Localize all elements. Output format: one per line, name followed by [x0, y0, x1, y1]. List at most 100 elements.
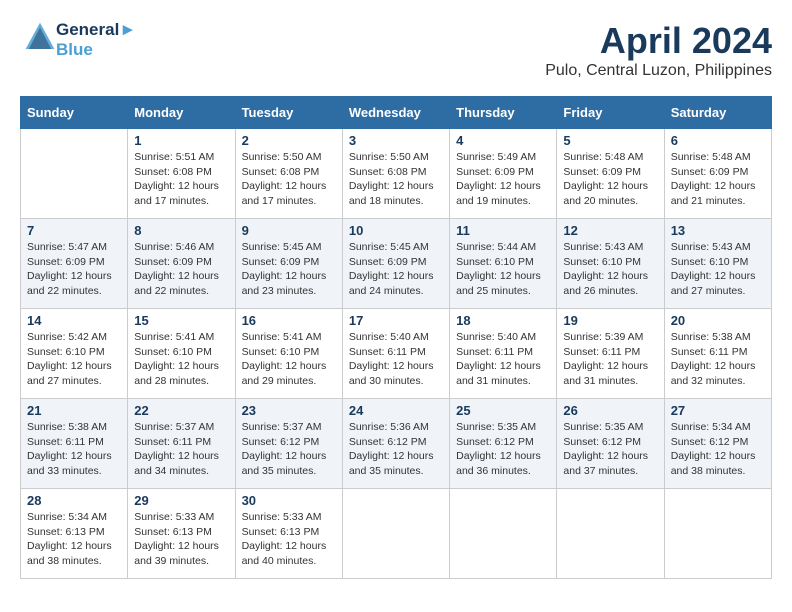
- day-info: Sunrise: 5:43 AM Sunset: 6:10 PM Dayligh…: [563, 240, 657, 299]
- day-number: 1: [134, 133, 228, 148]
- day-info: Sunrise: 5:41 AM Sunset: 6:10 PM Dayligh…: [134, 330, 228, 389]
- day-info: Sunrise: 5:36 AM Sunset: 6:12 PM Dayligh…: [349, 420, 443, 479]
- day-info: Sunrise: 5:46 AM Sunset: 6:09 PM Dayligh…: [134, 240, 228, 299]
- day-info: Sunrise: 5:40 AM Sunset: 6:11 PM Dayligh…: [456, 330, 550, 389]
- calendar-header-sunday: Sunday: [21, 97, 128, 129]
- day-info: Sunrise: 5:35 AM Sunset: 6:12 PM Dayligh…: [563, 420, 657, 479]
- calendar-cell: 25 Sunrise: 5:35 AM Sunset: 6:12 PM Dayli…: [450, 399, 557, 489]
- day-number: 7: [27, 223, 121, 238]
- day-number: 13: [671, 223, 765, 238]
- calendar-cell: 30Sunrise: 5:33 AM Sunset: 6:13 PM Dayli…: [235, 489, 342, 579]
- day-number: 5: [563, 133, 657, 148]
- day-number: 15: [134, 313, 228, 328]
- calendar-cell: 23Sunrise: 5:37 AM Sunset: 6:12 PM Dayli…: [235, 399, 342, 489]
- day-number: 10: [349, 223, 443, 238]
- day-info: Sunrise: 5:45 AM Sunset: 6:09 PM Dayligh…: [242, 240, 336, 299]
- calendar-cell: 2 Sunrise: 5:50 AM Sunset: 6:08 PM Daylig…: [235, 129, 342, 219]
- day-info: Sunrise: 5:48 AM Sunset: 6:09 PM Dayligh…: [563, 150, 657, 209]
- day-number: 8: [134, 223, 228, 238]
- calendar-header-row: SundayMondayTuesdayWednesdayThursdayFrid…: [21, 97, 772, 129]
- day-number: 17: [349, 313, 443, 328]
- calendar-header-thursday: Thursday: [450, 97, 557, 129]
- calendar-cell: 10 Sunrise: 5:45 AM Sunset: 6:09 PM Dayli…: [342, 219, 449, 309]
- day-number: 12: [563, 223, 657, 238]
- day-number: 27: [671, 403, 765, 418]
- day-info: Sunrise: 5:35 AM Sunset: 6:12 PM Dayligh…: [456, 420, 550, 479]
- calendar-table: SundayMondayTuesdayWednesdayThursdayFrid…: [20, 96, 772, 579]
- day-info: Sunrise: 5:33 AM Sunset: 6:13 PM Dayligh…: [134, 510, 228, 569]
- day-number: 2: [242, 133, 336, 148]
- calendar-cell: 20Sunrise: 5:38 AM Sunset: 6:11 PM Dayli…: [664, 309, 771, 399]
- day-number: 19: [563, 313, 657, 328]
- calendar-cell: 3 Sunrise: 5:50 AM Sunset: 6:08 PM Daylig…: [342, 129, 449, 219]
- day-info: Sunrise: 5:48 AM Sunset: 6:09 PM Dayligh…: [671, 150, 765, 209]
- calendar-cell: 28 Sunrise: 5:34 AM Sunset: 6:13 PM Dayli…: [21, 489, 128, 579]
- page-header: General► Blue April 2024 Pulo, Central L…: [20, 20, 772, 80]
- logo: General► Blue: [20, 20, 136, 59]
- calendar-cell: 11Sunrise: 5:44 AM Sunset: 6:10 PM Dayli…: [450, 219, 557, 309]
- day-info: Sunrise: 5:34 AM Sunset: 6:13 PM Dayligh…: [27, 510, 121, 569]
- calendar-header-monday: Monday: [128, 97, 235, 129]
- calendar-cell: 18 Sunrise: 5:40 AM Sunset: 6:11 PM Dayli…: [450, 309, 557, 399]
- calendar-cell: [342, 489, 449, 579]
- page-title: April 2024: [545, 20, 772, 62]
- calendar-cell: 6Sunrise: 5:48 AM Sunset: 6:09 PM Daylig…: [664, 129, 771, 219]
- calendar-cell: 12 Sunrise: 5:43 AM Sunset: 6:10 PM Dayli…: [557, 219, 664, 309]
- day-number: 16: [242, 313, 336, 328]
- calendar-week-row: 1Sunrise: 5:51 AM Sunset: 6:08 PM Daylig…: [21, 129, 772, 219]
- calendar-cell: 19 Sunrise: 5:39 AM Sunset: 6:11 PM Dayli…: [557, 309, 664, 399]
- calendar-cell: 14 Sunrise: 5:42 AM Sunset: 6:10 PM Dayli…: [21, 309, 128, 399]
- day-number: 3: [349, 133, 443, 148]
- day-number: 18: [456, 313, 550, 328]
- calendar-week-row: 7Sunrise: 5:47 AM Sunset: 6:09 PM Daylig…: [21, 219, 772, 309]
- day-number: 23: [242, 403, 336, 418]
- day-info: Sunrise: 5:37 AM Sunset: 6:11 PM Dayligh…: [134, 420, 228, 479]
- calendar-cell: 15 Sunrise: 5:41 AM Sunset: 6:10 PM Dayli…: [128, 309, 235, 399]
- calendar-cell: 17 Sunrise: 5:40 AM Sunset: 6:11 PM Dayli…: [342, 309, 449, 399]
- calendar-week-row: 28 Sunrise: 5:34 AM Sunset: 6:13 PM Dayli…: [21, 489, 772, 579]
- day-info: Sunrise: 5:41 AM Sunset: 6:10 PM Dayligh…: [242, 330, 336, 389]
- logo-text: General► Blue: [56, 20, 136, 59]
- day-info: Sunrise: 5:42 AM Sunset: 6:10 PM Dayligh…: [27, 330, 121, 389]
- day-info: Sunrise: 5:40 AM Sunset: 6:11 PM Dayligh…: [349, 330, 443, 389]
- logo-icon: [24, 21, 56, 53]
- day-info: Sunrise: 5:44 AM Sunset: 6:10 PM Dayligh…: [456, 240, 550, 299]
- day-number: 24: [349, 403, 443, 418]
- day-info: Sunrise: 5:39 AM Sunset: 6:11 PM Dayligh…: [563, 330, 657, 389]
- calendar-week-row: 14 Sunrise: 5:42 AM Sunset: 6:10 PM Dayli…: [21, 309, 772, 399]
- calendar-cell: 9 Sunrise: 5:45 AM Sunset: 6:09 PM Daylig…: [235, 219, 342, 309]
- calendar-cell: 27Sunrise: 5:34 AM Sunset: 6:12 PM Dayli…: [664, 399, 771, 489]
- calendar-cell: 8 Sunrise: 5:46 AM Sunset: 6:09 PM Daylig…: [128, 219, 235, 309]
- page-subtitle: Pulo, Central Luzon, Philippines: [545, 62, 772, 80]
- calendar-cell: [450, 489, 557, 579]
- day-info: Sunrise: 5:38 AM Sunset: 6:11 PM Dayligh…: [671, 330, 765, 389]
- calendar-cell: 21 Sunrise: 5:38 AM Sunset: 6:11 PM Dayli…: [21, 399, 128, 489]
- calendar-week-row: 21 Sunrise: 5:38 AM Sunset: 6:11 PM Dayli…: [21, 399, 772, 489]
- calendar-cell: 5 Sunrise: 5:48 AM Sunset: 6:09 PM Daylig…: [557, 129, 664, 219]
- day-number: 21: [27, 403, 121, 418]
- day-info: Sunrise: 5:45 AM Sunset: 6:09 PM Dayligh…: [349, 240, 443, 299]
- calendar-cell: [21, 129, 128, 219]
- title-section: April 2024 Pulo, Central Luzon, Philippi…: [545, 20, 772, 80]
- day-info: Sunrise: 5:50 AM Sunset: 6:08 PM Dayligh…: [242, 150, 336, 209]
- day-info: Sunrise: 5:33 AM Sunset: 6:13 PM Dayligh…: [242, 510, 336, 569]
- calendar-cell: 16 Sunrise: 5:41 AM Sunset: 6:10 PM Dayli…: [235, 309, 342, 399]
- calendar-cell: 22Sunrise: 5:37 AM Sunset: 6:11 PM Dayli…: [128, 399, 235, 489]
- day-number: 14: [27, 313, 121, 328]
- calendar-cell: [557, 489, 664, 579]
- day-info: Sunrise: 5:38 AM Sunset: 6:11 PM Dayligh…: [27, 420, 121, 479]
- calendar-cell: 24 Sunrise: 5:36 AM Sunset: 6:12 PM Dayli…: [342, 399, 449, 489]
- calendar-header-friday: Friday: [557, 97, 664, 129]
- calendar-cell: 13Sunrise: 5:43 AM Sunset: 6:10 PM Dayli…: [664, 219, 771, 309]
- calendar-cell: 26 Sunrise: 5:35 AM Sunset: 6:12 PM Dayli…: [557, 399, 664, 489]
- calendar-cell: 4Sunrise: 5:49 AM Sunset: 6:09 PM Daylig…: [450, 129, 557, 219]
- day-number: 9: [242, 223, 336, 238]
- day-number: 28: [27, 493, 121, 508]
- day-number: 29: [134, 493, 228, 508]
- day-number: 25: [456, 403, 550, 418]
- calendar-header-tuesday: Tuesday: [235, 97, 342, 129]
- day-number: 26: [563, 403, 657, 418]
- day-number: 4: [456, 133, 550, 148]
- day-info: Sunrise: 5:50 AM Sunset: 6:08 PM Dayligh…: [349, 150, 443, 209]
- calendar-header-saturday: Saturday: [664, 97, 771, 129]
